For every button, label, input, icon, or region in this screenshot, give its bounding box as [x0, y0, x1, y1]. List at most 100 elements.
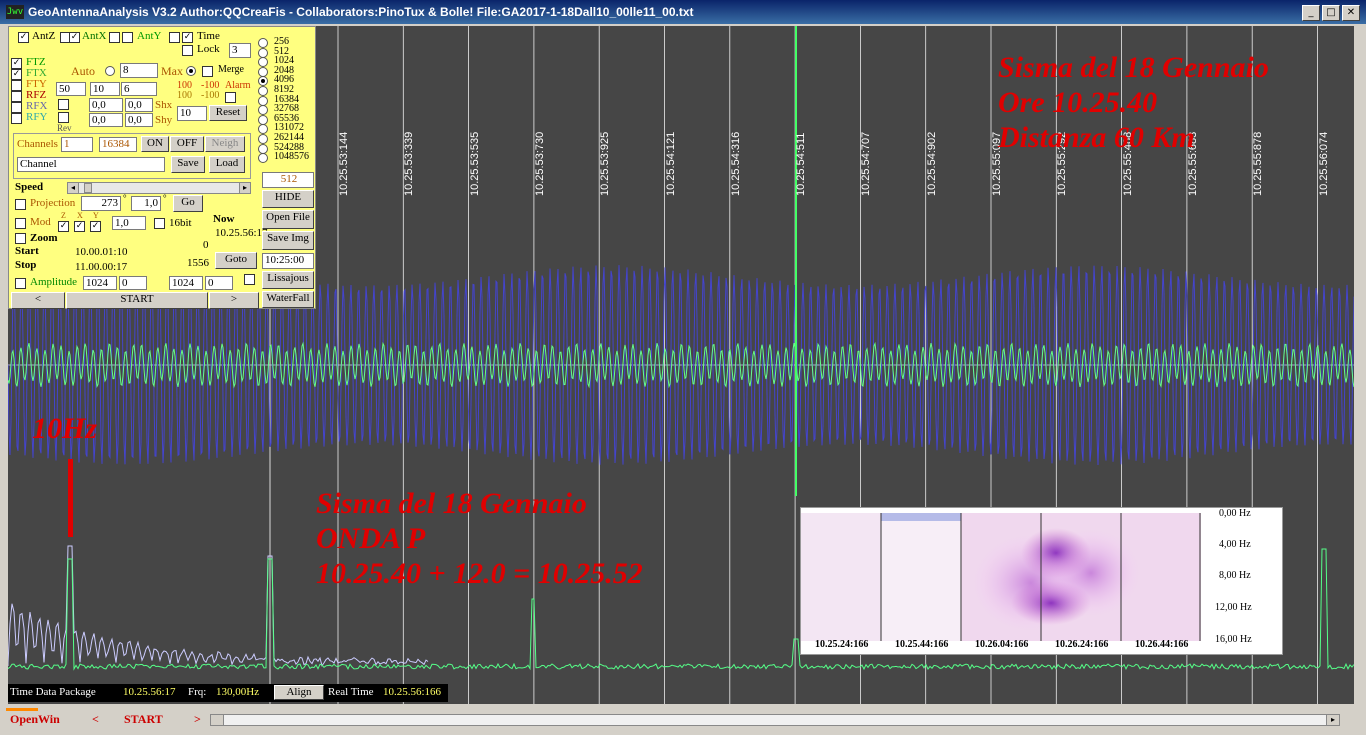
mod-x-checkbox[interactable]: ✓: [74, 221, 85, 232]
fft-size-radio[interactable]: [258, 67, 268, 77]
param-input-2[interactable]: 10: [90, 82, 120, 96]
mod-checkbox[interactable]: [15, 218, 26, 229]
fft-size-radio[interactable]: [258, 153, 268, 163]
fft-size-radio[interactable]: [258, 57, 268, 67]
save-img-button[interactable]: Save Img: [262, 231, 314, 250]
fft-size-radio[interactable]: [258, 96, 268, 106]
rfy-checkbox[interactable]: [11, 113, 22, 124]
auto-radio[interactable]: [105, 66, 115, 76]
projection-value-input[interactable]: 1,0: [131, 196, 161, 211]
zoom-checkbox[interactable]: [15, 233, 26, 244]
slider-right-icon[interactable]: ▸: [239, 183, 250, 193]
amplitude-input-2[interactable]: 0: [119, 276, 147, 290]
merge-checkbox[interactable]: [202, 66, 213, 77]
load-button[interactable]: Load: [209, 156, 245, 173]
rfz-checkbox[interactable]: [11, 91, 22, 102]
amplitude-input-1[interactable]: 1024: [83, 276, 117, 290]
freq-label: 4,00 Hz: [1219, 539, 1251, 550]
shy-input-1[interactable]: 0,0: [89, 113, 123, 127]
fft-size-radio[interactable]: [258, 48, 268, 58]
bottom-prev-button[interactable]: <: [92, 712, 99, 727]
fft-size-radio[interactable]: [258, 115, 268, 125]
max-radio[interactable]: [186, 66, 196, 76]
channel-name-input[interactable]: Channel: [17, 157, 165, 172]
antx-sub-checkbox[interactable]: [109, 32, 120, 43]
projection-checkbox[interactable]: [15, 199, 26, 210]
mod-y-checkbox[interactable]: ✓: [90, 221, 101, 232]
param-input-1[interactable]: 50: [56, 82, 86, 96]
channels-from-input[interactable]: 1: [61, 137, 93, 152]
bottom-next-button[interactable]: >: [194, 712, 201, 727]
next-button[interactable]: >: [209, 292, 259, 309]
lock-input[interactable]: 3: [229, 43, 251, 58]
channels-to-input[interactable]: 16384: [99, 137, 137, 152]
go-button[interactable]: Go: [173, 195, 203, 212]
ftx-checkbox[interactable]: ✓: [11, 69, 22, 80]
anty-sub-checkbox[interactable]: [169, 32, 180, 43]
time-label: 10.26.04:166: [975, 639, 1028, 650]
amplitude-input-3[interactable]: 1024: [169, 276, 203, 290]
speed-slider[interactable]: ◂ ▸: [67, 182, 251, 194]
time-checkbox[interactable]: ✓: [182, 32, 193, 43]
rfx-checkbox[interactable]: [11, 102, 22, 113]
slider-thumb[interactable]: [84, 183, 92, 193]
shx-input-1[interactable]: 0,0: [89, 98, 123, 112]
amplitude-checkbox[interactable]: [15, 278, 26, 289]
fft-size-radio[interactable]: [258, 76, 268, 86]
open-file-button[interactable]: Open File: [262, 210, 314, 229]
amplitude-input-4[interactable]: 0: [205, 276, 233, 290]
antz-checkbox[interactable]: ✓: [18, 32, 29, 43]
minimize-icon[interactable]: _: [1302, 5, 1320, 21]
annotation-10hz: 10Hz: [32, 412, 97, 446]
fft-size-radio[interactable]: [258, 86, 268, 96]
scroll-thumb[interactable]: [211, 715, 224, 725]
amplitude-extra-checkbox[interactable]: [244, 274, 255, 285]
slider-left-icon[interactable]: ◂: [68, 183, 79, 193]
fty-checkbox[interactable]: [11, 80, 22, 91]
fft-size-radio[interactable]: [258, 134, 268, 144]
hide-button[interactable]: HIDE: [262, 190, 314, 208]
shy-input-2[interactable]: 0,0: [125, 113, 153, 127]
fft-size-radio[interactable]: [258, 105, 268, 115]
16bit-checkbox[interactable]: [154, 218, 165, 229]
mod-z-checkbox[interactable]: ✓: [58, 221, 69, 232]
bottom-start-button[interactable]: START: [124, 712, 163, 727]
goto-button[interactable]: Goto: [215, 252, 257, 269]
timeline-scrollbar[interactable]: ▸: [210, 714, 1340, 726]
shx-input-2[interactable]: 0,0: [125, 98, 153, 112]
prev-button[interactable]: <: [11, 292, 65, 309]
neigh-button[interactable]: Neigh: [205, 136, 245, 152]
channels-on-button[interactable]: ON: [141, 136, 169, 152]
auto-input[interactable]: 8: [120, 63, 158, 78]
start-button[interactable]: START: [66, 292, 208, 309]
reset-input[interactable]: 10: [177, 106, 207, 121]
fft-size-radio[interactable]: [258, 124, 268, 134]
fft-size-radio[interactable]: [258, 38, 268, 48]
rev-checkbox-2[interactable]: [58, 112, 69, 123]
mod-value-input[interactable]: 1,0: [112, 216, 146, 230]
anty-checkbox[interactable]: [122, 32, 133, 43]
alarm-checkbox[interactable]: [225, 92, 236, 103]
time-label: 10.25.44:166: [895, 639, 948, 650]
scroll-right-icon[interactable]: ▸: [1326, 715, 1339, 725]
projection-angle-input[interactable]: 273: [81, 196, 121, 211]
ftz-checkbox[interactable]: ✓: [11, 58, 22, 69]
time-input[interactable]: 10:25:00: [262, 253, 314, 269]
waterfall-button[interactable]: WaterFall: [262, 291, 314, 308]
align-button[interactable]: Align: [274, 685, 324, 700]
save-button[interactable]: Save: [171, 156, 205, 173]
reset-button[interactable]: Reset: [209, 105, 247, 121]
lissajous-button[interactable]: Lissajous: [262, 271, 314, 289]
maximize-icon[interactable]: □: [1322, 5, 1340, 21]
rev-checkbox-1[interactable]: [58, 99, 69, 110]
fft-value-input[interactable]: 512: [262, 172, 314, 188]
lock-checkbox[interactable]: [182, 45, 193, 56]
openwin-button[interactable]: OpenWin: [10, 712, 60, 727]
max-label: Max: [161, 64, 183, 79]
fft-size-radio[interactable]: [258, 144, 268, 154]
anty-label: AntY: [137, 30, 161, 42]
antx-checkbox[interactable]: ✓: [69, 32, 80, 43]
channels-off-button[interactable]: OFF: [170, 136, 204, 152]
param-input-3[interactable]: 6: [121, 82, 157, 96]
close-icon[interactable]: ✕: [1342, 5, 1360, 21]
